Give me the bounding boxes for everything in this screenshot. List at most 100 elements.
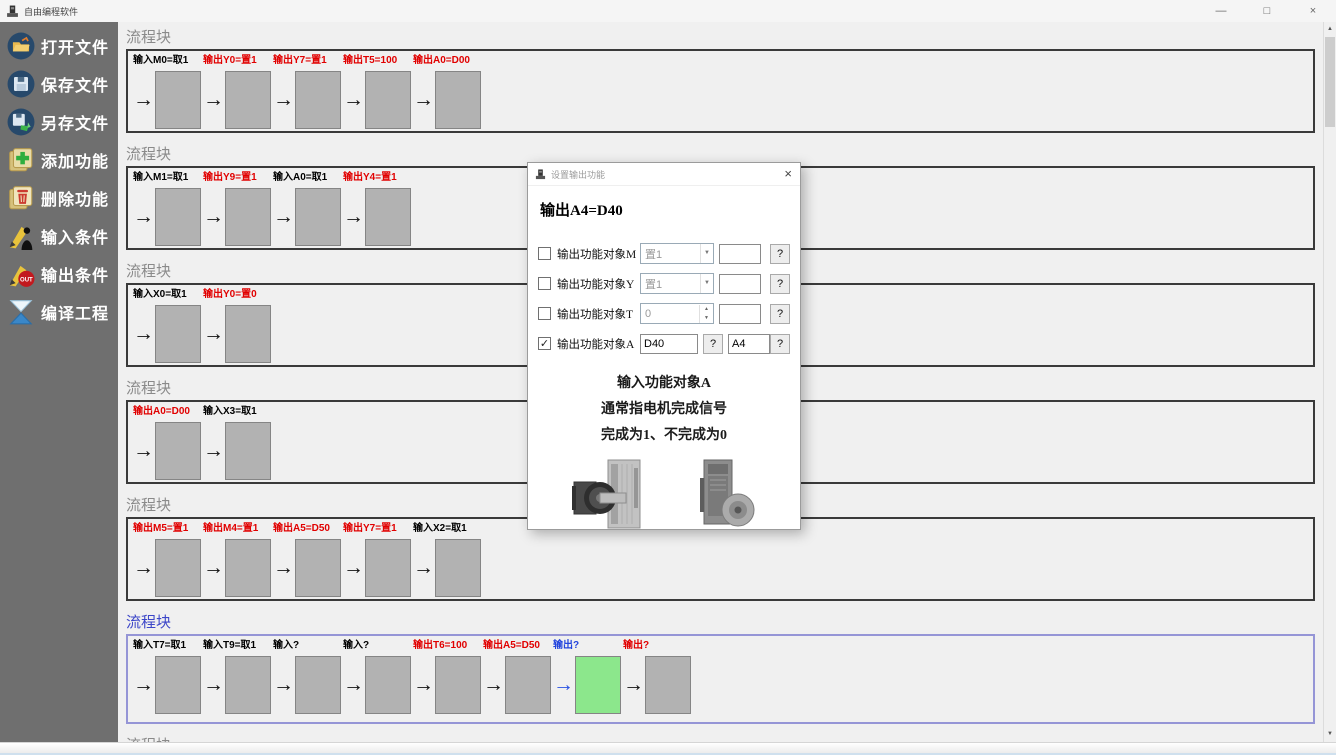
flow-step-block[interactable] [295, 656, 341, 714]
flow-step-block[interactable] [225, 188, 271, 246]
help-button[interactable]: ? [703, 334, 723, 354]
flow-step-block[interactable] [365, 656, 411, 714]
flow-block-section: 流程块输入T7=取1→输入T9=取1→输入?→输入?→输出T6=100→输出A5… [126, 613, 1315, 724]
flow-step-block[interactable] [225, 71, 271, 129]
flow-step-block[interactable] [295, 188, 341, 246]
checkbox[interactable] [538, 277, 551, 290]
flow-step-block[interactable] [155, 422, 201, 480]
arrow-icon: → [203, 657, 225, 713]
dialog-row-label: 输出功能对象A [557, 336, 637, 352]
flow-step-row: → [343, 656, 413, 714]
dialog-close-icon[interactable]: × [784, 163, 792, 185]
spinner-arrows[interactable]: ▲▼ [699, 305, 713, 323]
flow-step-block[interactable] [505, 656, 551, 714]
flow-step-block[interactable] [435, 539, 481, 597]
flow-step-block[interactable] [365, 188, 411, 246]
sidebar-item-save-as-file[interactable]: 另存文件 [7, 106, 118, 137]
help-button[interactable]: ? [770, 244, 790, 264]
help-line: 输入功能对象A [528, 371, 800, 397]
spin-up-icon[interactable]: ▲ [700, 305, 713, 314]
scroll-down-button[interactable]: ▼ [1324, 727, 1336, 742]
flow-step-label: 输出? [623, 639, 693, 652]
flow-step-block[interactable] [225, 422, 271, 480]
flow-step-block[interactable] [295, 539, 341, 597]
arrow-icon: → [273, 657, 295, 713]
sidebar-item-open-file[interactable]: 打开文件 [7, 30, 118, 61]
help-button[interactable]: ? [770, 274, 790, 294]
dialog-row-label: 输出功能对象Y [557, 276, 637, 292]
scroll-up-button[interactable]: ▲ [1324, 22, 1336, 37]
flow-step-block[interactable] [365, 71, 411, 129]
flow-step-block[interactable] [435, 71, 481, 129]
flow-step-block[interactable] [645, 656, 691, 714]
flow-step-block[interactable] [155, 656, 201, 714]
flow-step-block[interactable] [225, 539, 271, 597]
object-name-input[interactable]: A4 [728, 334, 770, 354]
value-dropdown[interactable]: 置1▼ [640, 273, 714, 294]
sidebar-item-input-condition[interactable]: 输入条件 [7, 220, 118, 251]
value-input[interactable] [719, 244, 761, 264]
value-input[interactable] [719, 274, 761, 294]
sidebar-item-add-function[interactable]: 添加功能 [7, 144, 118, 175]
window-titlebar[interactable]: 自由编程软件 — □ × [0, 0, 1336, 22]
maximize-button[interactable]: □ [1244, 0, 1290, 22]
arrow-icon: → [203, 306, 225, 362]
flow-step-block[interactable] [155, 305, 201, 363]
scrollbar-thumb[interactable] [1325, 37, 1335, 127]
flow-step-label: 输出M4=置1 [203, 522, 273, 535]
arrow-icon: → [413, 72, 435, 128]
flow-step-block[interactable] [575, 656, 621, 714]
device-value-input[interactable]: D40 [640, 334, 698, 354]
flow-step-row: → [553, 656, 623, 714]
arrow-icon: → [133, 657, 155, 713]
dialog-titlebar[interactable]: 设置输出功能 × [528, 163, 800, 186]
flow-step-block[interactable] [225, 656, 271, 714]
flow-step-block[interactable] [295, 71, 341, 129]
sidebar-item-label: 保存文件 [41, 72, 109, 96]
close-button[interactable]: × [1290, 0, 1336, 22]
flow-step-label: 输出A0=D00 [133, 405, 203, 418]
flow-step: 输出Y7=置1→ [273, 54, 343, 129]
dialog-icon [535, 169, 546, 180]
flow-step: 输出A0=D00 → [133, 405, 203, 480]
input-condition-icon [7, 222, 35, 250]
flow-block-title: 流程块 [126, 28, 1315, 48]
value-spinner[interactable]: 0▲▼ [640, 303, 714, 324]
flow-step-block[interactable] [435, 656, 481, 714]
flow-step-block[interactable] [155, 188, 201, 246]
flow-step-row: → [203, 656, 273, 714]
vertical-scrollbar[interactable]: ▲ ▼ [1323, 22, 1336, 742]
flow-step: 输入X3=取1→ [203, 405, 273, 480]
arrow-icon: → [413, 540, 435, 596]
dialog-row: 输出功能对象M置1▼? [528, 239, 800, 268]
sidebar-item-output-condition[interactable]: OUT输出条件 [7, 258, 118, 289]
flow-step-block[interactable] [155, 71, 201, 129]
checkbox[interactable] [538, 307, 551, 320]
value-input[interactable] [719, 304, 761, 324]
checkbox[interactable] [538, 247, 551, 260]
flow-step-row: → [133, 422, 203, 480]
minimize-button[interactable]: — [1198, 0, 1244, 22]
help-button[interactable]: ? [770, 304, 790, 324]
value-dropdown[interactable]: 置1▼ [640, 243, 714, 264]
flow-step-block[interactable] [155, 539, 201, 597]
help-button[interactable]: ? [770, 334, 790, 354]
sidebar-item-delete-function[interactable]: 删除功能 [7, 182, 118, 213]
spin-down-icon[interactable]: ▼ [700, 314, 713, 323]
flow-step-label: 输入? [273, 639, 343, 652]
sidebar-item-compile-project[interactable]: 编译工程 [7, 296, 118, 327]
checkbox[interactable]: ✓ [538, 337, 551, 350]
sidebar-item-save-file[interactable]: 保存文件 [7, 68, 118, 99]
flow-step-label: 输出Y4=置1 [343, 171, 413, 184]
flow-step-row: → [133, 656, 203, 714]
flow-step: 输入A0=取1→ [273, 171, 343, 246]
flow-step-row: → [273, 656, 343, 714]
arrow-icon: → [133, 540, 155, 596]
dialog-row: 输出功能对象Y置1▼? [528, 269, 800, 298]
flow-step-block[interactable] [365, 539, 411, 597]
flow-step: 输出T6=100→ [413, 639, 483, 714]
dialog-row-label: 输出功能对象M [557, 246, 637, 262]
flow-step: 输出Y4=置1→ [343, 171, 413, 246]
flow-step-block[interactable] [225, 305, 271, 363]
scrollbar-track[interactable] [1324, 127, 1336, 727]
